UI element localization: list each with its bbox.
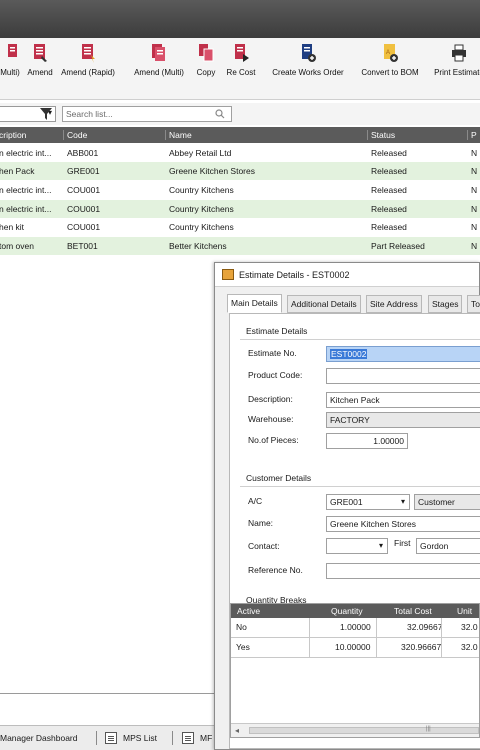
create-works-order-button[interactable]: Create Works Order [264, 42, 352, 98]
table-row[interactable]: n electric int... ABB001 Abbey Retail Lt… [0, 144, 480, 162]
reference-no-field[interactable] [326, 563, 480, 579]
tab-stages[interactable]: Stages [428, 295, 463, 313]
grid-footer-divider [0, 693, 215, 694]
ribbon-toolbar: Multi) Amend Amend (Rapid) Amend (Multi)… [0, 38, 480, 100]
name-label: Name: [248, 518, 274, 528]
amend-icon [34, 44, 47, 62]
taskbar-divider [96, 731, 97, 745]
first-name-label: First [394, 538, 411, 548]
contact-select[interactable]: ▾ [326, 538, 388, 554]
col-status[interactable]: Status [367, 130, 395, 140]
horizontal-scrollbar[interactable]: ◂ ||| [231, 723, 479, 737]
product-code-label: Product Code: [248, 370, 303, 380]
scroll-left-icon[interactable]: ◂ [235, 726, 239, 735]
col-unit[interactable]: Unit [457, 606, 472, 616]
quantity-breaks-header: Active Quantity Total Cost Unit [231, 604, 479, 618]
tab-additional-details[interactable]: Additional Details [287, 295, 361, 313]
create-works-order-icon [302, 44, 316, 62]
print-estimate-button[interactable]: Print Estimate [429, 42, 480, 98]
estimate-no-label: Estimate No. [248, 348, 297, 358]
section-divider [240, 486, 480, 487]
amend-multi-icon [152, 44, 165, 61]
warehouse-select[interactable]: FACTORY [326, 412, 480, 428]
estimate-no-field[interactable]: EST0002 [326, 346, 480, 362]
estimate-window-icon [222, 269, 234, 280]
contact-label: Contact: [248, 541, 280, 551]
app-title-bar [0, 0, 480, 38]
filter-icon[interactable] [38, 106, 54, 122]
quantity-breaks-grid: Active Quantity Total Cost Unit No 1.000… [230, 603, 480, 738]
search-icon[interactable] [215, 109, 225, 119]
ac-label: A/C [248, 496, 263, 506]
dialog-title-bar[interactable]: Estimate Details - EST0002 [215, 263, 479, 287]
taskbar-divider [172, 731, 173, 745]
list-icon [182, 732, 194, 744]
print-icon [452, 44, 466, 62]
grid-header: cription Code Name Status P [0, 127, 480, 143]
product-code-field[interactable] [326, 368, 480, 384]
copy-button[interactable]: Copy [193, 42, 219, 98]
description-field[interactable]: Kitchen Pack [326, 392, 480, 408]
customer-name-field[interactable]: Greene Kitchen Stores [326, 516, 480, 532]
grip-icon: ||| [426, 726, 431, 732]
reference-no-label: Reference No. [248, 565, 303, 575]
col-code[interactable]: Code [63, 130, 87, 140]
col-description[interactable]: cription [0, 130, 26, 140]
convert-to-bom-icon: A [384, 44, 398, 62]
estimate-details-section-title: Estimate Details [246, 326, 308, 336]
amend-multi-partial-button[interactable]: Multi) [0, 42, 26, 98]
description-label: Description: [248, 394, 293, 404]
ac-select[interactable]: GRE001 ▾ [326, 494, 410, 510]
section-divider [240, 339, 480, 340]
tab-site-address[interactable]: Site Address [366, 295, 422, 313]
dialog-title: Estimate Details - EST0002 [239, 270, 350, 280]
pieces-field[interactable]: 1.00000 [326, 433, 408, 449]
scrollbar-thumb[interactable] [249, 727, 479, 734]
recost-button[interactable]: Re Cost [222, 42, 260, 98]
amend-multi-button[interactable]: Amend (Multi) [130, 42, 188, 98]
column-divider [376, 618, 377, 658]
amend-rapid-button[interactable]: Amend (Rapid) [60, 42, 116, 98]
chevron-down-icon: ▾ [400, 497, 405, 506]
search-input[interactable]: Search list... [62, 106, 232, 122]
ac-type-select[interactable]: Customer ▾ [414, 494, 480, 510]
table-row[interactable]: hen Pack GRE001 Greene Kitchen Stores Re… [0, 162, 480, 180]
col-name[interactable]: Name [165, 130, 192, 140]
convert-to-bom-button[interactable]: A Convert to BOM [355, 42, 425, 98]
col-quantity[interactable]: Quantity [331, 606, 363, 616]
col-total-cost[interactable]: Total Cost [394, 606, 432, 616]
copy-icon [199, 44, 214, 62]
amend-multi-icon [8, 44, 17, 57]
table-row[interactable]: n electric int... COU001 Country Kitchen… [0, 200, 480, 218]
svg-text:A: A [386, 50, 390, 56]
estimate-details-dialog: Estimate Details - EST0002 Main Details … [214, 262, 480, 750]
search-placeholder: Search list... [66, 109, 113, 119]
col-p[interactable]: P [467, 130, 477, 140]
chevron-down-icon: ▾ [378, 541, 383, 550]
recost-icon [235, 44, 249, 62]
first-name-field[interactable]: Gordon [416, 538, 480, 554]
column-divider [309, 618, 310, 658]
customer-details-section-title: Customer Details [246, 473, 312, 483]
table-row[interactable]: hen kit COU001 Country Kitchens Released… [0, 218, 480, 236]
pieces-label: No.of Pieces: [248, 435, 299, 445]
list-icon [105, 732, 117, 744]
warehouse-label: Warehouse: [248, 414, 294, 424]
tab-main-details[interactable]: Main Details [227, 294, 282, 313]
col-active[interactable]: Active [237, 606, 260, 616]
column-divider [441, 618, 442, 658]
table-row[interactable]: tom oven BET001 Better Kitchens Part Rel… [0, 237, 480, 255]
amend-button[interactable]: Amend [25, 42, 55, 98]
amend-rapid-icon [82, 44, 95, 63]
table-row[interactable]: n electric int... COU001 Country Kitchen… [0, 181, 480, 199]
tab-more[interactable]: To [467, 295, 480, 313]
list-filter-bar: ▾ Search list... [0, 103, 480, 125]
